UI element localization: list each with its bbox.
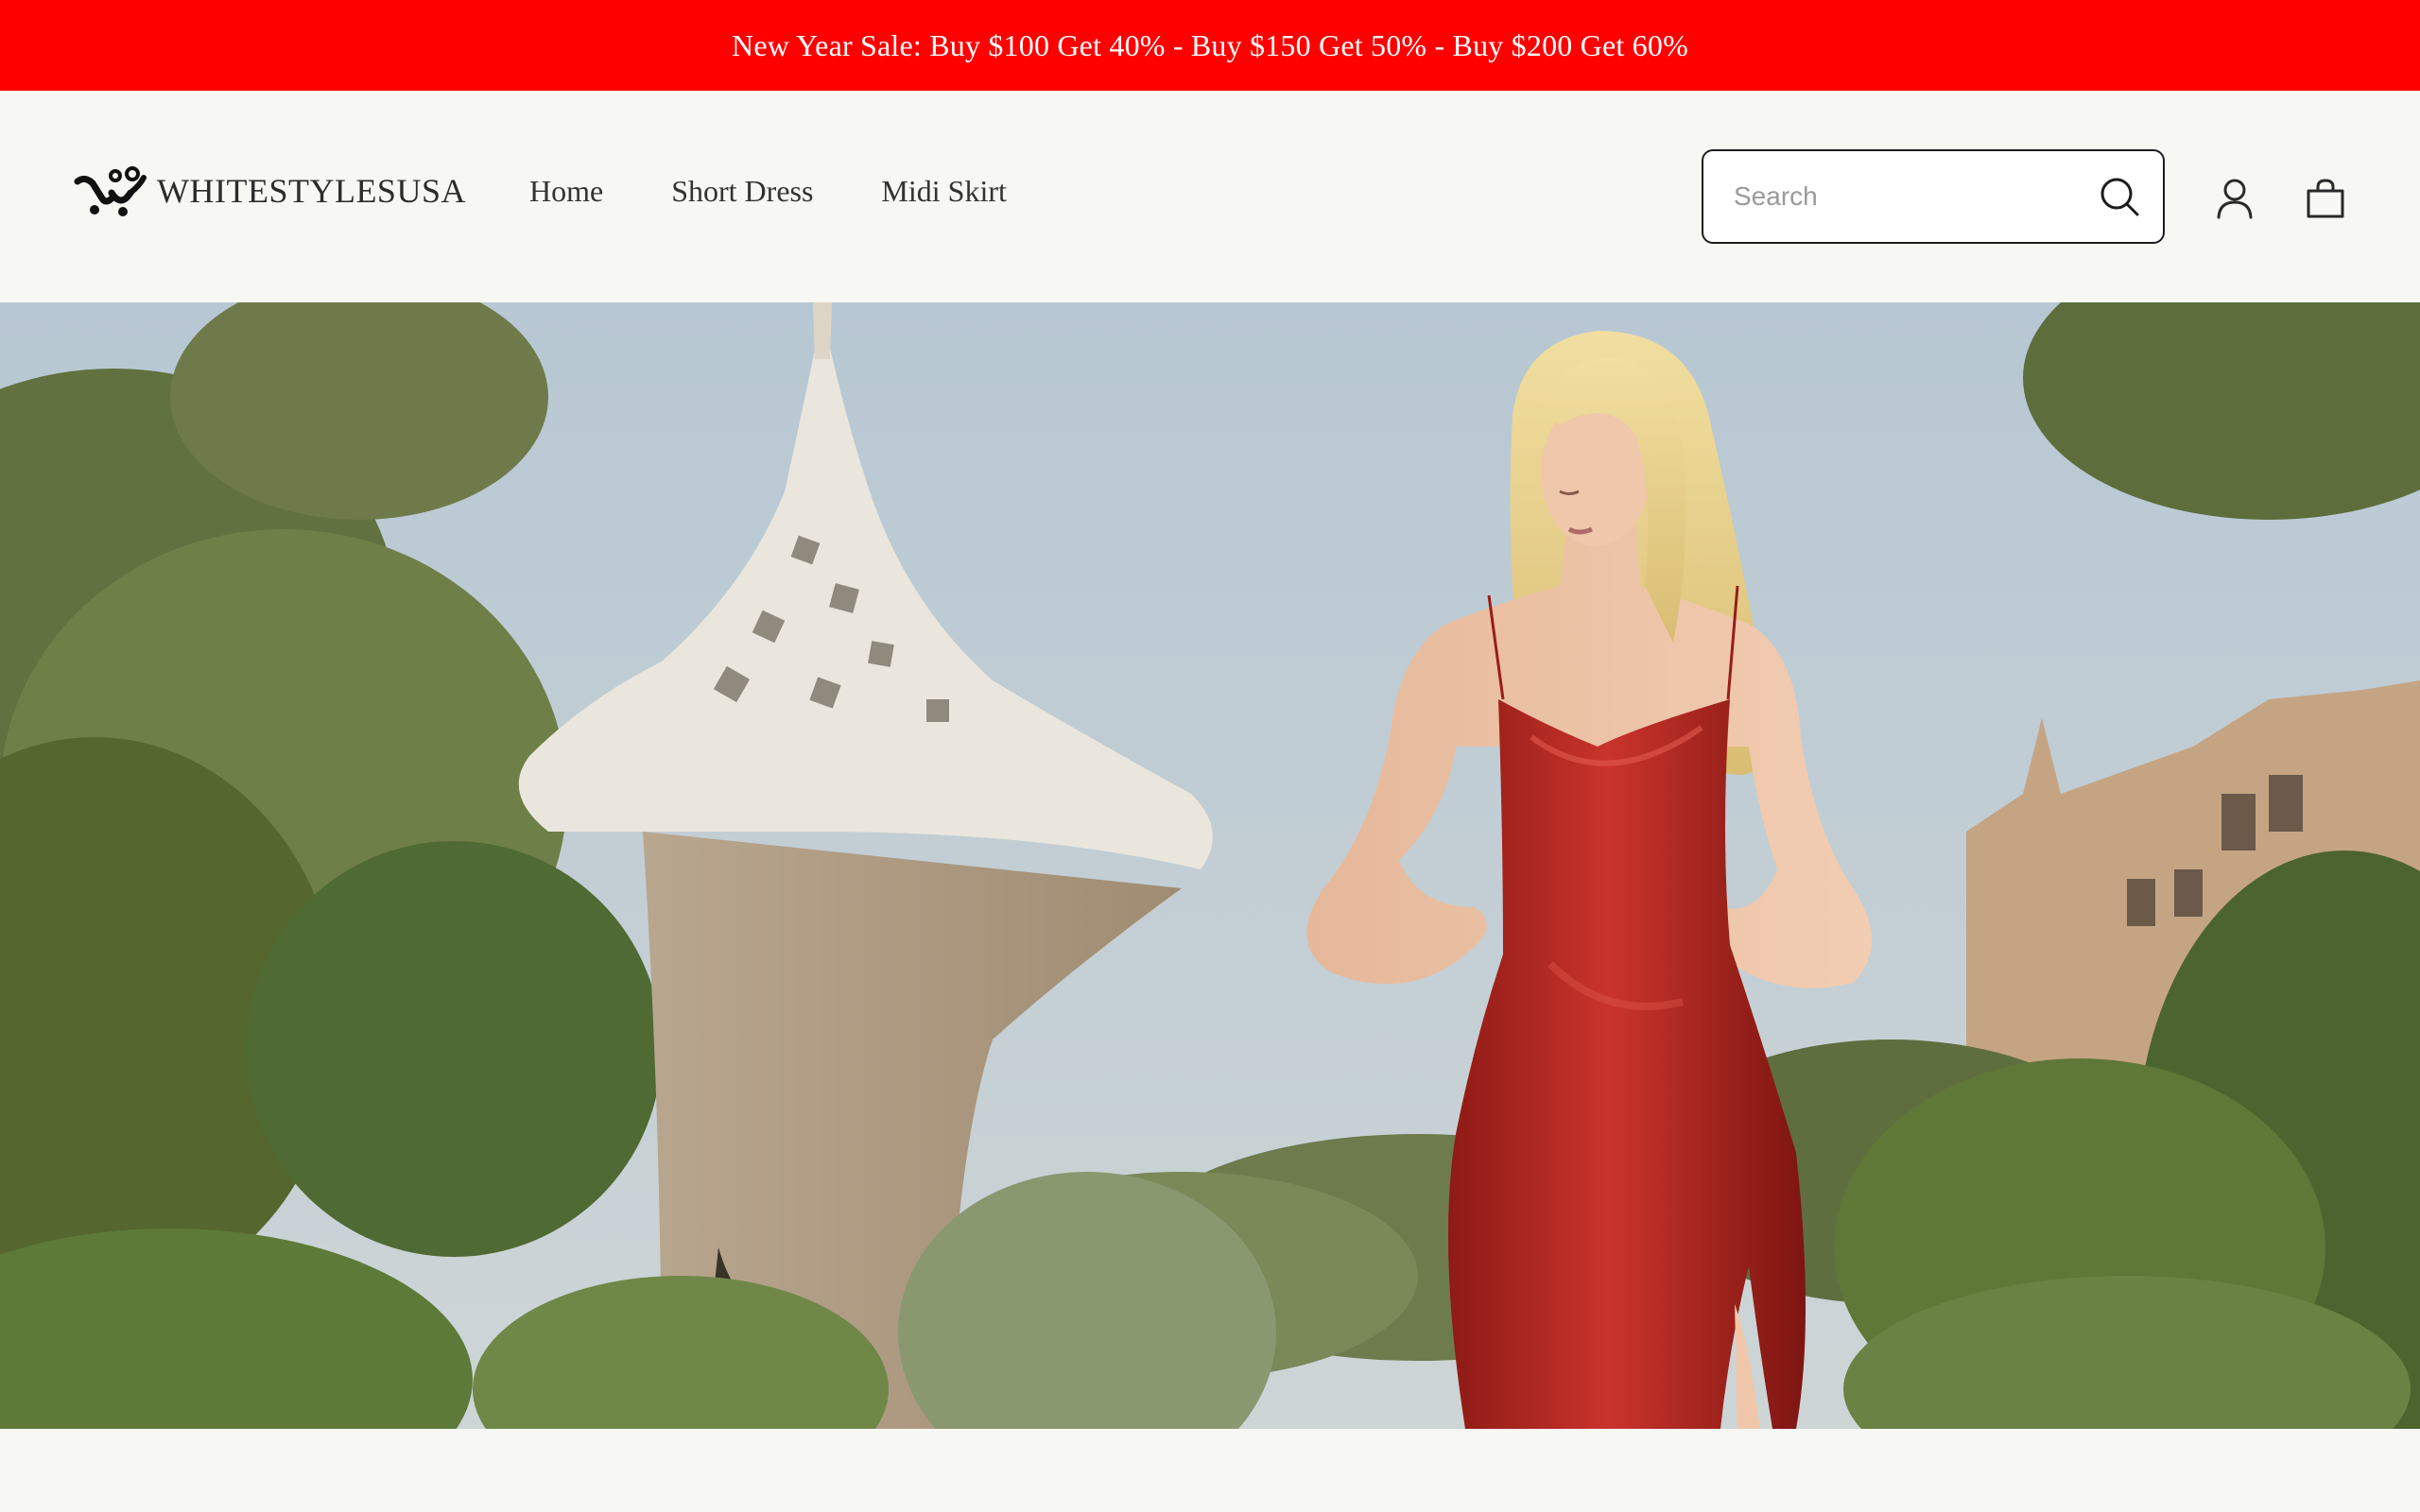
brand-logo-link[interactable]: WHITESTYLESUSA [74, 164, 466, 217]
cart-button[interactable] [2301, 174, 2350, 223]
search-icon [2100, 178, 2139, 216]
hero-banner[interactable] [0, 302, 2420, 1429]
page-content-area [0, 1429, 2420, 1512]
shopping-bag-icon [2307, 179, 2344, 218]
nav-item-home[interactable]: Home [529, 174, 603, 208]
site-header: WHITESTYLESUSA Home Short Dress Midi Ski… [0, 91, 2420, 302]
main-nav: Home Short Dress Midi Skirt [529, 174, 1007, 208]
brand-logo-icon [74, 166, 147, 216]
brand-name: WHITESTYLESUSA [157, 172, 466, 210]
hero-image [0, 302, 2420, 1429]
user-icon [2217, 179, 2253, 219]
account-button[interactable] [2210, 174, 2259, 223]
nav-item-short-dress[interactable]: Short Dress [671, 174, 813, 208]
search-input[interactable] [1732, 180, 2097, 213]
nav-item-midi-skirt[interactable]: Midi Skirt [881, 174, 1006, 208]
search-box [1702, 149, 2165, 244]
announcement-text: New Year Sale: Buy $100 Get 40% - Buy $1… [732, 27, 1688, 62]
announcement-bar: New Year Sale: Buy $100 Get 40% - Buy $1… [0, 0, 2420, 91]
search-button[interactable] [2097, 174, 2142, 219]
